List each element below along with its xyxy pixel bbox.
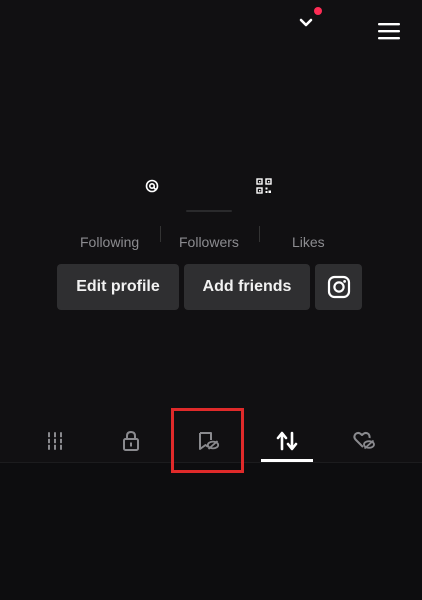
qr-code-icon[interactable] [256, 178, 272, 194]
tab-liked-hidden[interactable] [334, 420, 394, 462]
stat-divider [259, 226, 260, 242]
edit-profile-button[interactable]: Edit profile [57, 264, 179, 310]
tab-reposts[interactable] [257, 420, 317, 462]
menu-button[interactable] [376, 20, 402, 42]
display-name-placeholder [186, 210, 232, 212]
repost-icon [276, 431, 298, 451]
heart-eye-off-icon [353, 431, 375, 450]
profile-screen: Following Followers Likes Edit profile A… [0, 0, 422, 600]
stats-row: Following Followers Likes [0, 222, 422, 258]
likes-label: Likes [292, 234, 325, 250]
notification-dot [314, 7, 322, 15]
lock-icon [123, 430, 139, 451]
grid-bars-icon [47, 432, 63, 450]
stat-divider [160, 226, 161, 242]
content-area [0, 462, 422, 600]
hamburger-menu-icon [378, 23, 400, 40]
tab-private[interactable] [101, 420, 161, 462]
chevron-down-icon [299, 18, 313, 27]
at-sign-icon [145, 179, 159, 193]
add-friends-button[interactable]: Add friends [184, 264, 310, 310]
highlight-annotation-box [171, 408, 244, 473]
following-label[interactable]: Following [80, 234, 139, 250]
followers-label[interactable]: Followers [179, 234, 239, 250]
instagram-button[interactable] [315, 264, 362, 310]
add-friends-label: Add friends [202, 278, 292, 295]
edit-profile-label: Edit profile [76, 278, 160, 295]
tab-videos[interactable] [25, 420, 85, 462]
instagram-icon [327, 275, 350, 299]
